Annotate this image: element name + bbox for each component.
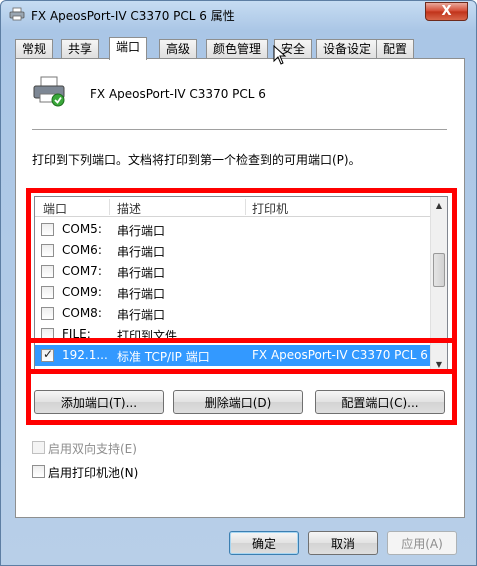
title-bar[interactable]: FX ApeosPort-IV C3370 PCL 6 属性 X (1, 1, 476, 29)
port-name: COM5: (62, 222, 102, 236)
port-list-rows: COM5: 串行端口 COM6: 串行端口 COM7: 串行端口 COM9: 串… (35, 219, 432, 366)
ok-button[interactable]: 确定 (229, 531, 299, 555)
printer-pool-checkbox[interactable] (32, 465, 45, 478)
port-name: COM7: (62, 264, 102, 278)
port-list-scrollbar[interactable]: ▲ ▼ (430, 197, 447, 373)
column-divider (245, 199, 246, 215)
tab-configuration[interactable]: 配置 (376, 39, 415, 59)
port-printer: FX ApeosPort-IV C3370 PCL 6 (252, 348, 428, 362)
scroll-up-icon[interactable]: ▲ (431, 197, 447, 214)
port-desc: 串行端口 (117, 308, 166, 322)
port-checkbox[interactable] (41, 328, 54, 341)
ports-tab-panel: FX ApeosPort-IV C3370 PCL 6 打印到下列端口。文档将打… (15, 58, 465, 518)
bidirectional-checkbox[interactable] (32, 441, 45, 454)
port-checkbox-checked[interactable] (41, 347, 54, 362)
port-checkbox[interactable] (41, 286, 54, 299)
port-checkbox[interactable] (41, 244, 54, 257)
port-name: COM6: (62, 243, 102, 257)
port-row[interactable]: COM9: 串行端口 (35, 282, 432, 303)
port-name: COM8: (62, 306, 102, 320)
add-port-button[interactable]: 添加端口(T)... (34, 390, 164, 414)
delete-port-button[interactable]: 删除端口(D) (173, 390, 303, 414)
tab-ports[interactable]: 端口 (109, 37, 148, 60)
printer-name: FX ApeosPort-IV C3370 PCL 6 (90, 87, 266, 101)
port-row[interactable]: FILE: 打印到文件 (35, 324, 432, 345)
mouse-cursor-icon (273, 45, 287, 65)
tab-bar: 常规 共享 端口 高级 颜色管理 安全 设备设定 配置 (15, 37, 465, 60)
port-name: FILE: (62, 327, 91, 341)
port-desc: 串行端口 (117, 287, 166, 301)
port-row[interactable]: COM5: 串行端口 (35, 219, 432, 240)
column-divider (109, 199, 110, 215)
port-name: COM9: (62, 285, 102, 299)
port-description-text: 打印到下列端口。文档将打印到第一个检查到的可用端口(P)。 (32, 153, 361, 167)
port-desc: 串行端口 (117, 266, 166, 280)
port-row[interactable]: COM7: 串行端口 (35, 261, 432, 282)
port-desc: 标准 TCP/IP 端口 (117, 350, 210, 364)
printer-pool-label: 启用打印机池(N) (48, 466, 139, 480)
cancel-button[interactable]: 取消 (308, 531, 378, 555)
scroll-thumb[interactable] (433, 253, 445, 287)
port-list-header: 端口 描述 打印机 (35, 197, 432, 217)
port-name: 192.1... (62, 348, 108, 362)
configure-port-button[interactable]: 配置端口(C)... (315, 390, 445, 414)
properties-window: FX ApeosPort-IV C3370 PCL 6 属性 X 常规 共享 端… (0, 0, 477, 566)
port-desc: 串行端口 (117, 245, 166, 259)
printer-icon (33, 76, 65, 107)
port-list[interactable]: 端口 描述 打印机 COM5: 串行端口 COM6: 串行端口 COM7: 串行… (34, 196, 448, 374)
printer-small-icon (9, 7, 25, 21)
port-checkbox[interactable] (41, 223, 54, 236)
port-desc: 串行端口 (117, 224, 166, 238)
tab-color-management[interactable]: 颜色管理 (206, 39, 269, 59)
port-row[interactable]: COM6: 串行端口 (35, 240, 432, 261)
separator (32, 129, 447, 130)
port-row-selected[interactable]: 192.1... 标准 TCP/IP 端口 FX ApeosPort-IV C3… (35, 345, 432, 366)
bidirectional-label: 启用双向支持(E) (48, 442, 137, 456)
column-printer[interactable]: 打印机 (252, 200, 288, 217)
port-checkbox[interactable] (41, 265, 54, 278)
scroll-down-icon[interactable]: ▼ (431, 356, 447, 373)
tab-advanced[interactable]: 高级 (159, 39, 198, 59)
port-desc: 打印到文件 (117, 329, 178, 343)
apply-button[interactable]: 应用(A) (387, 531, 457, 555)
port-checkbox[interactable] (41, 307, 54, 320)
close-button[interactable]: X (425, 2, 468, 21)
window-title: FX ApeosPort-IV C3370 PCL 6 属性 (31, 9, 235, 23)
column-port[interactable]: 端口 (43, 200, 67, 217)
column-description[interactable]: 描述 (117, 200, 141, 217)
tab-general[interactable]: 常规 (15, 39, 54, 59)
tab-sharing[interactable]: 共享 (61, 39, 100, 59)
port-row[interactable]: COM8: 串行端口 (35, 303, 432, 324)
tab-device-settings[interactable]: 设备设定 (316, 39, 379, 59)
